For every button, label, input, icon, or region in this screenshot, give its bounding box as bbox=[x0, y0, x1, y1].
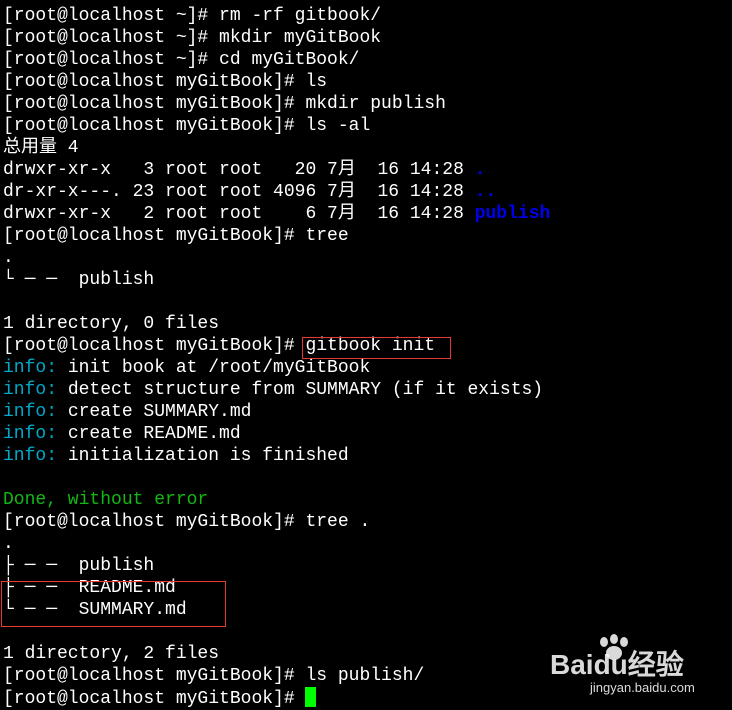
terminal-line: . bbox=[3, 533, 14, 555]
terminal-text-segment: [root@localhost ~]# rm -rf gitbook/ bbox=[3, 6, 382, 26]
terminal-text-segment: 1 directory, 0 files bbox=[3, 314, 220, 334]
terminal-line: info: initialization is finished bbox=[3, 445, 349, 467]
terminal-text-segment: [root@localhost myGitBook]# ls -al bbox=[3, 116, 371, 136]
terminal-cursor[interactable] bbox=[305, 687, 317, 707]
terminal-text-segment: . bbox=[3, 248, 14, 268]
terminal-text-segment: 1 directory, 2 files bbox=[3, 644, 220, 664]
terminal-text-segment: info: bbox=[3, 358, 58, 378]
terminal-text-segment: . bbox=[474, 160, 486, 180]
terminal-line: [root@localhost ~]# mkdir myGitBook bbox=[3, 27, 381, 49]
terminal-line: [root@localhost myGitBook]# mkdir publis… bbox=[3, 93, 446, 115]
terminal-text-segment: [root@localhost myGitBook]# bbox=[3, 689, 306, 709]
terminal-text-segment: └ ─ ─ publish bbox=[3, 270, 155, 290]
terminal-text-segment: info: bbox=[3, 380, 58, 400]
terminal-text-segment: drwxr-xr-x 3 root root 20 7月 16 14:28 bbox=[3, 160, 475, 180]
terminal-line: Done, without error bbox=[3, 489, 208, 511]
terminal-text-segment: . bbox=[3, 534, 14, 554]
terminal-line: [root@localhost myGitBook]# tree . bbox=[3, 511, 370, 533]
terminal-text-segment: drwxr-xr-x 2 root root 6 7月 16 14:28 bbox=[3, 204, 475, 224]
terminal-text-segment: Done, without error bbox=[3, 490, 209, 510]
terminal-text-segment: dr-xr-x---. 23 root root 4096 7月 16 14:2… bbox=[3, 182, 475, 202]
terminal-line: . bbox=[3, 247, 14, 269]
terminal-line: dr-xr-x---. 23 root root 4096 7月 16 14:2… bbox=[3, 181, 496, 203]
highlight-box-generated-files bbox=[1, 581, 226, 627]
terminal-line: info: init book at /root/myGitBook bbox=[3, 357, 370, 379]
terminal-line: [root@localhost ~]# cd myGitBook/ bbox=[3, 49, 359, 71]
terminal-text-segment: detect structure from SUMMARY (if it exi… bbox=[57, 380, 544, 400]
watermark-url: jingyan.baidu.com bbox=[590, 680, 695, 695]
terminal-line: info: create README.md bbox=[3, 423, 241, 445]
terminal-line: [root@localhost myGitBook]# ls publish/ bbox=[3, 665, 424, 687]
terminal-line: [root@localhost ~]# rm -rf gitbook/ bbox=[3, 5, 381, 27]
terminal-line: ├ ─ ─ publish bbox=[3, 555, 154, 577]
terminal-line: └ ─ ─ publish bbox=[3, 269, 154, 291]
terminal-text-segment: [root@localhost ~]# mkdir myGitBook bbox=[3, 28, 382, 48]
terminal-text-segment: 总用量 4 bbox=[3, 138, 79, 158]
terminal-text-segment: .. bbox=[474, 182, 497, 202]
terminal-line: 总用量 4 bbox=[3, 137, 79, 159]
highlight-box-gitbook-init bbox=[302, 337, 451, 359]
baidu-jingyan-watermark: Baidu经验 jingyan.baidu.com bbox=[550, 634, 722, 704]
terminal-text-segment: initialization is finished bbox=[57, 446, 349, 466]
terminal-line: 1 directory, 2 files bbox=[3, 643, 219, 665]
terminal-text-segment: [root@localhost myGitBook]# ls bbox=[3, 72, 328, 92]
terminal-text-segment: [root@localhost myGitBook]# ls publish/ bbox=[3, 666, 425, 686]
terminal-line: [root@localhost myGitBook]# ls -al bbox=[3, 115, 370, 137]
terminal-text-segment: info: bbox=[3, 446, 58, 466]
terminal-window[interactable]: [root@localhost ~]# rm -rf gitbook/[root… bbox=[0, 0, 732, 710]
terminal-line: drwxr-xr-x 3 root root 20 7月 16 14:28 . bbox=[3, 159, 486, 181]
terminal-text-segment: create SUMMARY.md bbox=[57, 402, 252, 422]
terminal-text-segment: info: bbox=[3, 424, 58, 444]
terminal-line: drwxr-xr-x 2 root root 6 7月 16 14:28 pub… bbox=[3, 203, 550, 225]
terminal-line: info: create SUMMARY.md bbox=[3, 401, 251, 423]
terminal-text-segment: [root@localhost myGitBook]# tree bbox=[3, 226, 349, 246]
terminal-text-segment: [root@localhost myGitBook]# tree . bbox=[3, 512, 371, 532]
terminal-text-segment: create README.md bbox=[57, 424, 241, 444]
terminal-text-segment: publish bbox=[474, 204, 551, 224]
terminal-text-segment: [root@localhost ~]# cd myGitBook/ bbox=[3, 50, 360, 70]
terminal-line: [root@localhost myGitBook]# tree bbox=[3, 225, 349, 247]
terminal-text-segment: ├ ─ ─ publish bbox=[3, 556, 155, 576]
terminal-text-segment: init book at /root/myGitBook bbox=[57, 358, 371, 378]
terminal-text-segment: [root@localhost myGitBook]# mkdir publis… bbox=[3, 94, 446, 114]
terminal-line: [root@localhost myGitBook]# ls bbox=[3, 71, 327, 93]
watermark-logo-text: Baidu经验 bbox=[550, 648, 684, 680]
terminal-line: 1 directory, 0 files bbox=[3, 313, 219, 335]
terminal-line: info: detect structure from SUMMARY (if … bbox=[3, 379, 543, 401]
terminal-line: [root@localhost myGitBook]# bbox=[3, 687, 317, 709]
terminal-text-segment: info: bbox=[3, 402, 58, 422]
